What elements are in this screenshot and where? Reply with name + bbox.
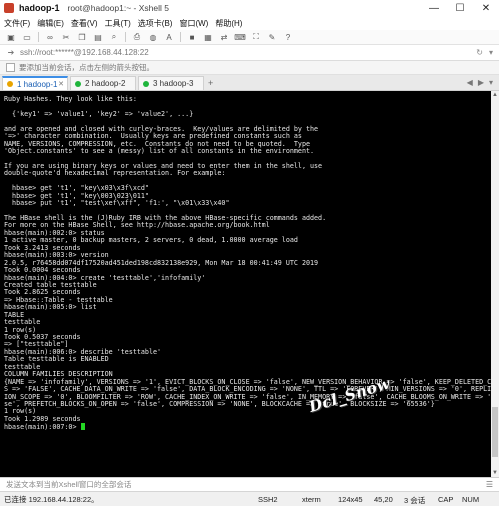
scroll-up-icon[interactable]: ▲ (491, 91, 499, 99)
open-folder-icon[interactable]: ▭ (22, 32, 32, 42)
tab-bar: 1 hadoop-1 ✕ 2 hadoop-2 3 hadoop-3 + ◀ ▶… (0, 75, 499, 91)
terminal-line: testtable (4, 318, 41, 327)
menu-tools[interactable]: 工具(T) (105, 18, 131, 29)
find-icon[interactable]: ⌕ (109, 32, 119, 42)
print-icon[interactable]: ⎙ (132, 32, 142, 42)
xshell-app-icon (4, 3, 14, 13)
tab-navigation: ◀ ▶ ▾ (462, 78, 493, 87)
terminal-line: hbase(main):007:0> (4, 423, 488, 431)
menu-tabs[interactable]: 选项卡(B) (138, 18, 173, 29)
terminal-line: {'key1' => 'value1', 'key2' => 'value2',… (4, 109, 194, 118)
transfer-icon[interactable]: ⇄ (219, 32, 229, 42)
scroll-down-icon[interactable]: ▼ (491, 469, 499, 477)
tab-hadoop-1[interactable]: 1 hadoop-1 ✕ (2, 76, 68, 90)
address-actions: ↻ ▾ (470, 48, 493, 57)
session-bar-icon (6, 63, 15, 72)
session-hint-bar: 要添加当前会话，点击左侧的箭头按钮。 (0, 61, 499, 75)
title-bar: hadoop-1 root@hadoop1:~ - Xshell 5 — ☐ ✕ (0, 0, 499, 16)
toolbar: ▣ ▭ ∞ ✂ ❐ ▤ ⌕ ⎙ ◍ A ■ ▦ ⇄ ⌨ ⛶ ✎ ? (0, 30, 499, 45)
menu-help[interactable]: 帮助(H) (215, 18, 242, 29)
status-dot-icon (75, 80, 81, 87)
font-icon[interactable]: A (164, 32, 174, 42)
tab-list-icon[interactable]: ▾ (489, 78, 493, 87)
add-tab-icon[interactable]: + (208, 78, 213, 88)
compose-menu-icon[interactable]: ☰ (486, 480, 493, 489)
cursor-position-status: 45,20 (374, 495, 393, 504)
terminal-line: double-quote'd hexadecimal representatio… (4, 169, 226, 178)
toolbar-separator (38, 32, 39, 42)
new-session-icon[interactable]: ▣ (6, 32, 16, 42)
terminal-scrollbar[interactable]: ▲ ▼ (491, 91, 499, 477)
menu-edit[interactable]: 编辑(E) (37, 18, 64, 29)
session-count-status: 3 会话 (404, 496, 426, 505)
toolbar-separator (125, 32, 126, 42)
window-title-main: hadoop-1 (19, 3, 60, 13)
link-icon[interactable]: ∞ (45, 32, 55, 42)
tab-next-icon[interactable]: ▶ (478, 78, 484, 87)
menu-view[interactable]: 查看(V) (71, 18, 98, 29)
maximize-button[interactable]: ☐ (447, 0, 473, 16)
terminal-cursor (80, 423, 85, 431)
protocol-status: SSH2 (258, 495, 278, 504)
terminal-size-status: 124x45 (338, 495, 363, 504)
copy-icon[interactable]: ❐ (77, 32, 87, 42)
terminal-type-status: xterm (302, 495, 321, 504)
tab-label: 1 hadoop-1 (17, 79, 58, 89)
toolbar-separator (180, 32, 181, 42)
tab-prev-icon[interactable]: ◀ (467, 78, 473, 87)
tab-label: 3 hadoop-3 (153, 79, 194, 88)
address-dropdown-icon[interactable]: ▾ (489, 48, 493, 57)
terminal-line: hbase(main):005:0> list (4, 303, 97, 312)
lock-icon[interactable]: ■ (187, 32, 197, 42)
menu-window[interactable]: 窗口(W) (179, 18, 208, 29)
tab-hadoop-3[interactable]: 3 hadoop-3 (138, 76, 204, 90)
terminal-line: Took 0.5037 seconds (4, 333, 81, 341)
num-status: NUM (462, 495, 480, 504)
terminal-line: Table testtable is ENABLED (4, 355, 109, 364)
caps-status: CAP (438, 495, 454, 504)
globe-icon[interactable]: ◍ (148, 32, 158, 42)
tab-hadoop-2[interactable]: 2 hadoop-2 (70, 76, 136, 90)
terminal-output[interactable]: Ruby Hashes. They look like this: {'key1… (0, 91, 491, 477)
terminal-line: Ruby Hashes. They look like this: (4, 95, 137, 103)
close-button[interactable]: ✕ (473, 0, 499, 16)
status-dot-icon (143, 80, 149, 87)
terminal-line: hbase> put 't1', "test\xef\xff", 'f1:', … (4, 199, 230, 208)
tab-close-icon[interactable]: ✕ (58, 80, 64, 88)
scrollbar-thumb[interactable] (492, 407, 498, 457)
connection-status: 已连接 192.168.44.128:22。 (4, 494, 99, 504)
menu-file[interactable]: 文件(F) (4, 18, 30, 29)
window-controls: — ☐ ✕ (421, 0, 499, 16)
window-title-rest: root@hadoop1:~ - Xshell 5 (67, 3, 170, 13)
terminal-line: TABLE (4, 310, 25, 319)
menu-bar: 文件(F) 编辑(E) 查看(V) 工具(T) 选项卡(B) 窗口(W) 帮助(… (0, 16, 499, 30)
session-hint-text: 要添加当前会话，点击左侧的箭头按钮。 (19, 63, 154, 72)
compose-placeholder[interactable]: 发送文本到当前Xshell窗口的全部会话 (6, 479, 131, 490)
keyboard-icon[interactable]: ⌨ (234, 32, 246, 42)
fullscreen-icon[interactable]: ⛶ (251, 32, 261, 42)
minimize-button[interactable]: — (421, 0, 447, 16)
paste-icon[interactable]: ▤ (93, 32, 103, 42)
terminal-line: se', PREFETCH_BLOCKS_ON_OPEN => 'false',… (4, 399, 435, 408)
script-icon[interactable]: ▦ (203, 32, 213, 42)
address-text[interactable]: ssh://root:******@192.168.44.128:22 (20, 48, 149, 57)
terminal-line: Took 1.2989 seconds (4, 414, 81, 423)
status-bar: 已连接 192.168.44.128:22。 SSH2 xterm 124x45… (0, 491, 499, 506)
address-bar[interactable]: ➔ ssh://root:******@192.168.44.128:22 ↻ … (0, 45, 499, 61)
status-dot-icon (7, 81, 13, 87)
terminal-line: 'Object.constants' to see a (messy) list… (4, 147, 315, 156)
help-icon[interactable]: ? (283, 32, 293, 42)
compose-bar[interactable]: 发送文本到当前Xshell窗口的全部会话 ☰ (0, 477, 499, 491)
address-arrow-icon[interactable]: ➔ (6, 48, 16, 58)
refresh-icon[interactable]: ↻ (476, 48, 483, 57)
disconnect-icon[interactable]: ✂ (61, 32, 71, 42)
compose-icon[interactable]: ✎ (267, 32, 277, 42)
tab-label: 2 hadoop-2 (85, 79, 126, 88)
